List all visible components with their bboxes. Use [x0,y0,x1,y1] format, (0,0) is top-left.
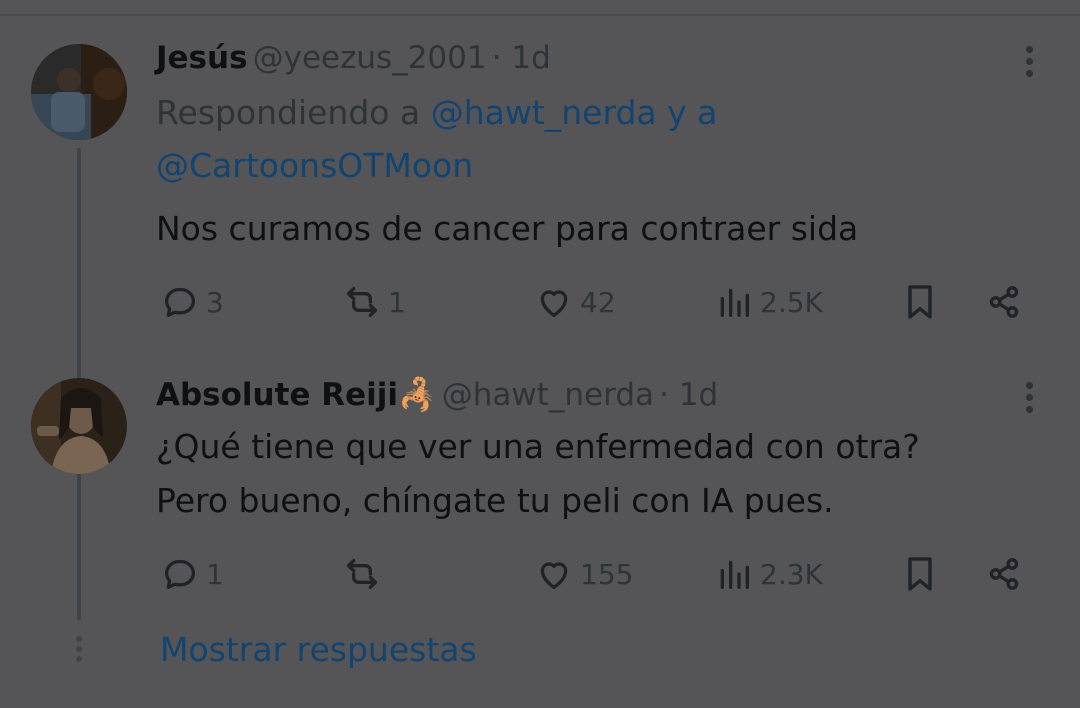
avatar-jesus[interactable] [31,44,127,140]
replying-to-line2: @CartoonsOTMoon [156,146,473,185]
like-button[interactable]: 155 [534,554,633,594]
more-icon[interactable] [1025,46,1035,82]
views-count: 2.3K [760,557,823,591]
bookmark-icon [908,557,932,591]
views-count: 2.5K [760,285,823,319]
reply-button[interactable]: 1 [160,554,224,594]
replying-to-label: Respondiendo a [156,93,421,132]
show-replies-link[interactable]: Mostrar respuestas [160,630,477,669]
retweet-count: 1 [388,285,406,319]
tweet-time[interactable]: · 1d [492,40,551,76]
mention-link[interactable]: @CartoonsOTMoon [156,146,473,185]
share-icon [989,286,1019,318]
replying-to: Respondiendo a @hawt_nerda y a [156,93,717,132]
author-name[interactable]: Jesús [156,40,248,76]
top-divider [0,14,1080,16]
reply-count: 3 [206,285,224,319]
thread-dot [76,656,82,662]
retweet-button[interactable]: 1 [342,282,406,322]
share-icon [989,558,1019,590]
retweet-icon [347,559,377,589]
tweet-text-line-1: ¿Qué tiene que ver una enfermedad con ot… [156,427,920,466]
reply-icon [165,559,195,589]
thread-dot [76,646,82,652]
author-handle[interactable]: @yeezus_2001 [253,40,487,76]
tweet-text: Nos curamos de cancer para contraer sida [156,209,859,248]
like-icon [540,290,568,317]
share-button[interactable] [984,554,1024,594]
like-icon [540,562,568,589]
avatar-absolute-reiji[interactable] [31,378,127,474]
views-icon [720,560,749,589]
tweet-text-line-2: Pero bueno, chíngate tu peli con IA pues… [156,481,834,520]
author-handle[interactable]: @hawt_nerda [442,377,654,413]
reply-icon [165,287,195,317]
bookmark-button[interactable] [900,282,940,322]
scorpion-emoji: 🦂 [398,377,437,413]
bookmark-icon [908,285,932,319]
thread-dot [76,636,82,642]
like-button[interactable]: 42 [534,282,616,322]
retweet-button[interactable] [342,554,388,594]
more-icon[interactable] [1025,382,1035,418]
author-name[interactable]: Absolute Reiji [156,377,398,413]
tweet-header: Jesús @yeezus_2001 · 1d [156,40,551,76]
like-count: 42 [580,285,616,319]
tweet-header: Absolute Reiji🦂 @hawt_nerda · 1d [156,376,718,413]
retweet-icon [347,287,377,317]
tweet-time[interactable]: · 1d [659,377,718,413]
thread-line-2 [77,482,81,620]
views-button[interactable]: 2.5K [714,282,823,322]
views-button[interactable]: 2.3K [714,554,823,594]
replying-joiner: y a [667,93,718,132]
mention-link[interactable]: @hawt_nerda [431,93,657,132]
reply-button[interactable]: 3 [160,282,224,322]
like-count: 155 [580,557,634,591]
share-button[interactable] [984,282,1024,322]
bookmark-button[interactable] [900,554,940,594]
reply-count: 1 [206,557,224,591]
views-icon [720,288,749,317]
